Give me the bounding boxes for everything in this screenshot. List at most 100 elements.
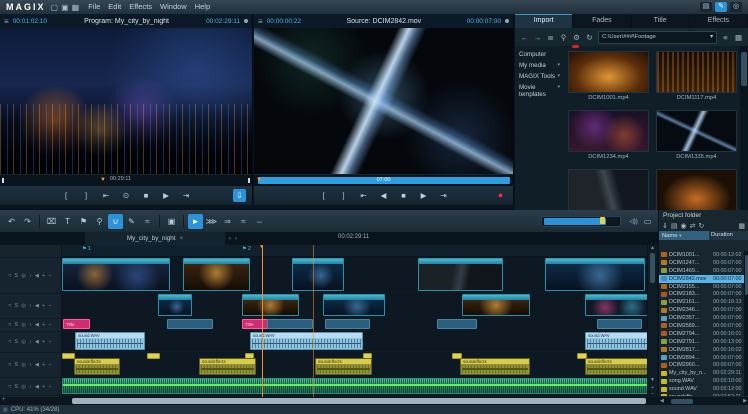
scroll-up-icon[interactable]: ▲ bbox=[648, 245, 657, 251]
sound-effect-clip[interactable]: soundeffects bbox=[315, 358, 372, 375]
file-row[interactable]: DCIM2817... 00:00:16:02 bbox=[659, 346, 744, 354]
scrollbar-thumb[interactable] bbox=[72, 398, 646, 404]
separator[interactable] bbox=[159, 215, 160, 228]
import-file-icon[interactable]: ⇓ bbox=[662, 222, 668, 230]
video-clip[interactable] bbox=[545, 258, 645, 291]
stop-button[interactable]: ■ bbox=[397, 189, 410, 202]
undo-icon[interactable]: ↶ bbox=[4, 214, 19, 229]
monitor-menu-icon[interactable]: ≡ bbox=[258, 17, 263, 26]
fade-icon[interactable]: ≈ bbox=[140, 214, 155, 229]
media-thumbnail[interactable]: DCIM1234.mp4 bbox=[568, 110, 649, 160]
video-clip[interactable] bbox=[62, 258, 170, 291]
zoom-slider-thumb[interactable] bbox=[600, 217, 605, 224]
thumbnail-image[interactable] bbox=[568, 110, 649, 152]
audio-clip[interactable]: sound.WAV bbox=[75, 332, 145, 350]
zoom-in-icon[interactable]: + bbox=[2, 397, 6, 403]
thumbnail-image[interactable] bbox=[656, 51, 737, 93]
media-thumbnail[interactable]: DCIM1001.mp4 bbox=[568, 51, 649, 101]
folder-tree-icon[interactable]: ≣ bbox=[546, 33, 555, 42]
track-controls[interactable]: ≈ S ◎ ↕ ◀ + − bbox=[0, 378, 61, 396]
thumbnail-image[interactable] bbox=[568, 51, 649, 93]
timeline-horizontal-scrollbar[interactable]: + bbox=[0, 397, 658, 405]
file-row[interactable]: DCIM2842.mov 00:00:07:00 bbox=[659, 275, 744, 283]
scroll-down-icon[interactable]: ▼ bbox=[648, 377, 657, 383]
volume-envelope[interactable] bbox=[63, 384, 647, 386]
video-clip[interactable] bbox=[462, 294, 530, 316]
media-pool-tab[interactable]: Fades bbox=[573, 14, 631, 28]
monitor-menu-icon[interactable]: ≡ bbox=[4, 17, 9, 26]
thumbnail-image[interactable] bbox=[568, 169, 649, 210]
menu-item[interactable]: File bbox=[84, 0, 104, 14]
menu-item[interactable]: Window bbox=[156, 0, 191, 14]
sort-descending-icon[interactable]: ▾ bbox=[679, 233, 681, 238]
load-project-icon[interactable]: ▣ bbox=[61, 1, 69, 14]
overlay-clip[interactable] bbox=[267, 319, 313, 329]
media-pool-tab[interactable]: Effects bbox=[690, 14, 748, 28]
chapter-marker[interactable]: 2 bbox=[242, 246, 251, 252]
jump-start-button[interactable]: ⇤ bbox=[357, 189, 370, 202]
file-row[interactable]: DCIM1001... 00:00:12:02 bbox=[659, 251, 744, 259]
sound-effect-clip[interactable]: soundeffects bbox=[460, 358, 530, 375]
sidebar-item[interactable]: Movie templates ▾ bbox=[519, 82, 563, 100]
scroll-right-icon[interactable]: ▶ bbox=[742, 398, 748, 404]
source-range-bar[interactable]: ▼ 07:00 bbox=[254, 174, 513, 186]
program-scrub-bar[interactable]: ▼ 00:29:11 bbox=[0, 174, 252, 186]
refresh-icon[interactable]: ↻ bbox=[585, 33, 594, 42]
program-position-marker[interactable]: ▼ bbox=[100, 175, 106, 185]
insert-button[interactable]: ⇩ bbox=[233, 189, 246, 202]
title-clip[interactable]: Title bbox=[63, 319, 90, 329]
record-button[interactable]: ● bbox=[494, 189, 507, 202]
thumbnail-image[interactable] bbox=[656, 169, 737, 210]
power-icon[interactable]: ◎ bbox=[730, 2, 742, 12]
track-controls[interactable]: ≈ S ◎ ↕ ◀ + − bbox=[0, 353, 61, 378]
file-row[interactable]: DCIM2346... 00:00:07:00 bbox=[659, 306, 744, 314]
track-controls[interactable]: ≈ S ◎ ↕ ◀ + − bbox=[0, 319, 61, 332]
separator[interactable] bbox=[183, 215, 184, 228]
file-row[interactable]: DCIM2161... 00:00:16:13 bbox=[659, 298, 744, 306]
track-controls[interactable]: ≈ S ◎ ↕ ◀ + − bbox=[0, 258, 61, 294]
chapter-marker[interactable]: 1 bbox=[82, 246, 91, 252]
display-output-icon[interactable]: ▭ bbox=[641, 217, 654, 226]
timeline-zoom-slider[interactable] bbox=[541, 216, 621, 227]
record-icon[interactable]: ◉ bbox=[681, 222, 687, 230]
menu-item[interactable]: Effects bbox=[125, 0, 156, 14]
monitor-options-icon[interactable] bbox=[505, 19, 509, 23]
options-gear-icon[interactable]: ⚙ bbox=[572, 33, 581, 42]
track-controls[interactable]: ≈ S ◎ ↕ ◀ + − bbox=[0, 294, 61, 319]
file-row[interactable]: DCIM2894... 00:00:07:00 bbox=[659, 354, 744, 362]
replace-icon[interactable]: ⇄ bbox=[690, 222, 696, 230]
group-icon[interactable]: ▣ bbox=[164, 214, 179, 229]
video-clip[interactable] bbox=[158, 294, 192, 316]
file-row[interactable]: soundeffe... 00:02:52:11 bbox=[659, 393, 744, 396]
file-row[interactable]: My_city_by_n... 00:02:29:11 bbox=[659, 369, 744, 377]
prev-frame-button[interactable]: ◀ bbox=[377, 189, 390, 202]
overlay-clip[interactable] bbox=[437, 319, 477, 329]
jump-end-button[interactable]: ⇥ bbox=[437, 189, 450, 202]
file-row[interactable]: sound.WAV 00:03:12:00 bbox=[659, 385, 744, 393]
mouse-mode-curve-icon[interactable]: ≈ bbox=[236, 214, 251, 229]
jump-end-button[interactable]: ⇥ bbox=[180, 189, 193, 202]
forward-icon[interactable]: → bbox=[533, 33, 542, 42]
separator[interactable] bbox=[39, 215, 40, 228]
close-icon[interactable]: × bbox=[180, 236, 184, 242]
play-button[interactable]: ▶ bbox=[417, 189, 430, 202]
scrollbar-thumb[interactable] bbox=[741, 52, 747, 86]
music-clip[interactable] bbox=[62, 378, 647, 394]
sound-effect-clip[interactable]: soundeffects bbox=[585, 358, 647, 375]
menu-item[interactable]: Help bbox=[191, 0, 214, 14]
loop-button[interactable]: ⊙ bbox=[120, 189, 133, 202]
mark-out-button[interactable]: ] bbox=[337, 189, 350, 202]
media-thumbnail[interactable]: DCIM1117.mp4 bbox=[656, 51, 737, 101]
path-dropdown-icon[interactable]: ▾ bbox=[710, 32, 713, 43]
layout-icon[interactable]: ▤ bbox=[700, 2, 712, 12]
draw-icon[interactable]: ✎ bbox=[124, 214, 139, 229]
scrollbar-thumb[interactable] bbox=[745, 255, 748, 295]
mouse-mode-single-icon[interactable]: ► bbox=[188, 214, 203, 229]
import-scrollbar[interactable] bbox=[740, 46, 748, 210]
mouse-mode-stretch-icon[interactable]: ⇔ bbox=[252, 214, 267, 229]
mark-out-button[interactable]: ] bbox=[80, 189, 93, 202]
media-thumbnail[interactable]: DCIM1335.mp4 bbox=[656, 110, 737, 160]
import-folder-icon[interactable]: ▤ bbox=[671, 222, 678, 230]
prev-movie-icon[interactable]: ‹ bbox=[229, 236, 231, 242]
file-row[interactable]: DCIM2155... 00:00:07:00 bbox=[659, 283, 744, 291]
